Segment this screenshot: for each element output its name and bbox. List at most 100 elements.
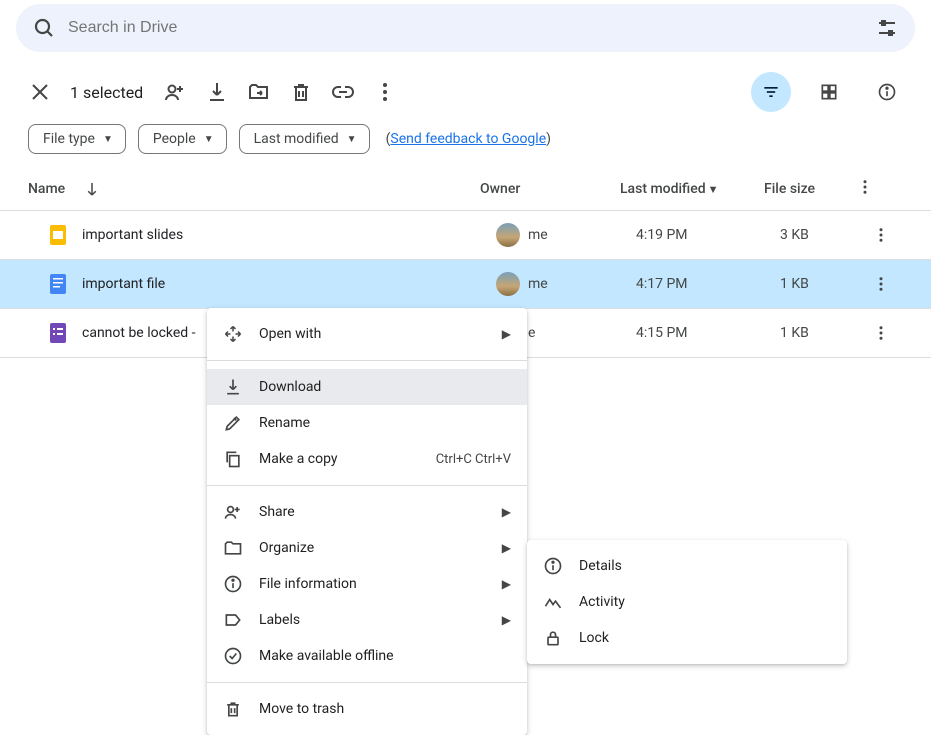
menu-make-copy[interactable]: Make a copy Ctrl+C Ctrl+V (207, 441, 527, 477)
modified-cell: 4:19 PM (636, 227, 780, 243)
menu-label: Labels (259, 612, 502, 628)
menu-label: Download (259, 379, 511, 395)
activity-icon (543, 592, 563, 612)
close-selection-button[interactable] (28, 80, 52, 104)
menu-organize[interactable]: Organize ▶ (207, 530, 527, 566)
table-row[interactable]: important slides me 4:19 PM 3 KB (0, 211, 931, 260)
submenu-label: Activity (579, 594, 831, 610)
divider (207, 485, 527, 486)
column-name[interactable]: Name (28, 181, 65, 197)
slides-icon (46, 223, 70, 247)
chip-label: People (153, 131, 196, 147)
menu-label: Share (259, 504, 502, 520)
feedback-text: (Send feedback to Google) (386, 131, 551, 147)
delete-button[interactable] (289, 80, 313, 104)
selection-toolbar: 1 selected (0, 52, 931, 124)
link-button[interactable] (331, 80, 355, 104)
chevron-right-icon: ▶ (502, 577, 511, 591)
rename-icon (223, 413, 243, 433)
feedback-link[interactable]: Send feedback to Google (390, 131, 546, 147)
table-row[interactable]: important file me 4:17 PM 1 KB (0, 260, 931, 309)
size-cell: 1 KB (780, 325, 870, 341)
modified-cell: 4:15 PM (636, 325, 780, 341)
search-input[interactable] (68, 19, 875, 37)
menu-download[interactable]: Download (207, 369, 527, 405)
context-menu: Open with ▶ Download Rename Make a copy … (207, 308, 527, 735)
sort-arrow-icon[interactable] (83, 180, 101, 198)
column-owner[interactable]: Owner (480, 181, 620, 197)
chip-label: Last modified (254, 131, 339, 147)
divider (207, 360, 527, 361)
move-button[interactable] (247, 80, 271, 104)
chevron-down-icon: ▼ (708, 183, 719, 196)
label-icon (223, 610, 243, 630)
download-button[interactable] (205, 80, 229, 104)
lock-icon (543, 628, 563, 648)
chevron-right-icon: ▶ (502, 327, 511, 341)
forms-icon (46, 321, 70, 345)
trash-icon (223, 699, 243, 719)
submenu-label: Details (579, 558, 831, 574)
menu-label: Organize (259, 540, 502, 556)
docs-icon (46, 272, 70, 296)
menu-file-information[interactable]: File information ▶ (207, 566, 527, 602)
menu-labels[interactable]: Labels ▶ (207, 602, 527, 638)
open-with-icon (223, 324, 243, 344)
chevron-right-icon: ▶ (502, 505, 511, 519)
filter-chips-row: File type ▼ People ▼ Last modified ▼ (Send … (0, 124, 931, 168)
submenu-activity[interactable]: Activity (527, 584, 847, 620)
menu-share[interactable]: Share ▶ (207, 494, 527, 530)
search-icon[interactable] (32, 16, 56, 40)
menu-trash[interactable]: Move to trash (207, 691, 527, 727)
row-more-button[interactable] (870, 226, 890, 244)
offline-icon (223, 646, 243, 666)
chevron-down-icon: ▼ (103, 134, 113, 145)
menu-rename[interactable]: Rename (207, 405, 527, 441)
menu-label: Open with (259, 326, 502, 342)
file-info-submenu: Details Activity Lock (527, 540, 847, 664)
menu-label: Rename (259, 415, 511, 431)
divider (207, 682, 527, 683)
filter-toggle-button[interactable] (751, 72, 791, 112)
chevron-down-icon: ▼ (204, 134, 214, 145)
menu-label: Move to trash (259, 701, 511, 717)
size-cell: 3 KB (780, 227, 870, 243)
folder-icon (223, 538, 243, 558)
chevron-down-icon: ▼ (347, 134, 357, 145)
people-chip[interactable]: People ▼ (138, 124, 227, 154)
table-header: Name Owner Last modified ▼ File size (0, 168, 931, 211)
row-more-button[interactable] (870, 324, 890, 342)
menu-shortcut: Ctrl+C Ctrl+V (436, 452, 511, 467)
file-name: important file (82, 276, 496, 292)
submenu-details[interactable]: Details (527, 548, 847, 584)
menu-offline[interactable]: Make available offline (207, 638, 527, 674)
info-icon (223, 574, 243, 594)
owner-label: e (528, 325, 535, 341)
column-modified[interactable]: Last modified (620, 181, 706, 197)
avatar (496, 272, 520, 296)
info-button[interactable] (867, 72, 907, 112)
chip-label: File type (43, 131, 95, 147)
menu-label: Make available offline (259, 648, 511, 664)
menu-label: File information (259, 576, 502, 592)
size-cell: 1 KB (780, 276, 870, 292)
last-modified-chip[interactable]: Last modified ▼ (239, 124, 370, 154)
owner-label: me (528, 227, 548, 243)
submenu-label: Lock (579, 630, 831, 646)
more-actions-button[interactable] (373, 80, 397, 104)
row-more-button[interactable] (870, 275, 890, 293)
submenu-lock[interactable]: Lock (527, 620, 847, 656)
chevron-right-icon: ▶ (502, 541, 511, 555)
header-more-button[interactable] (854, 178, 874, 200)
file-type-chip[interactable]: File type ▼ (28, 124, 126, 154)
search-bar (16, 4, 915, 52)
chevron-right-icon: ▶ (502, 613, 511, 627)
column-size[interactable]: File size (764, 181, 854, 197)
grid-view-button[interactable] (809, 72, 849, 112)
share-button[interactable] (163, 80, 187, 104)
search-options-icon[interactable] (875, 16, 899, 40)
info-icon (543, 556, 563, 576)
menu-open-with[interactable]: Open with ▶ (207, 316, 527, 352)
copy-icon (223, 449, 243, 469)
avatar (496, 223, 520, 247)
